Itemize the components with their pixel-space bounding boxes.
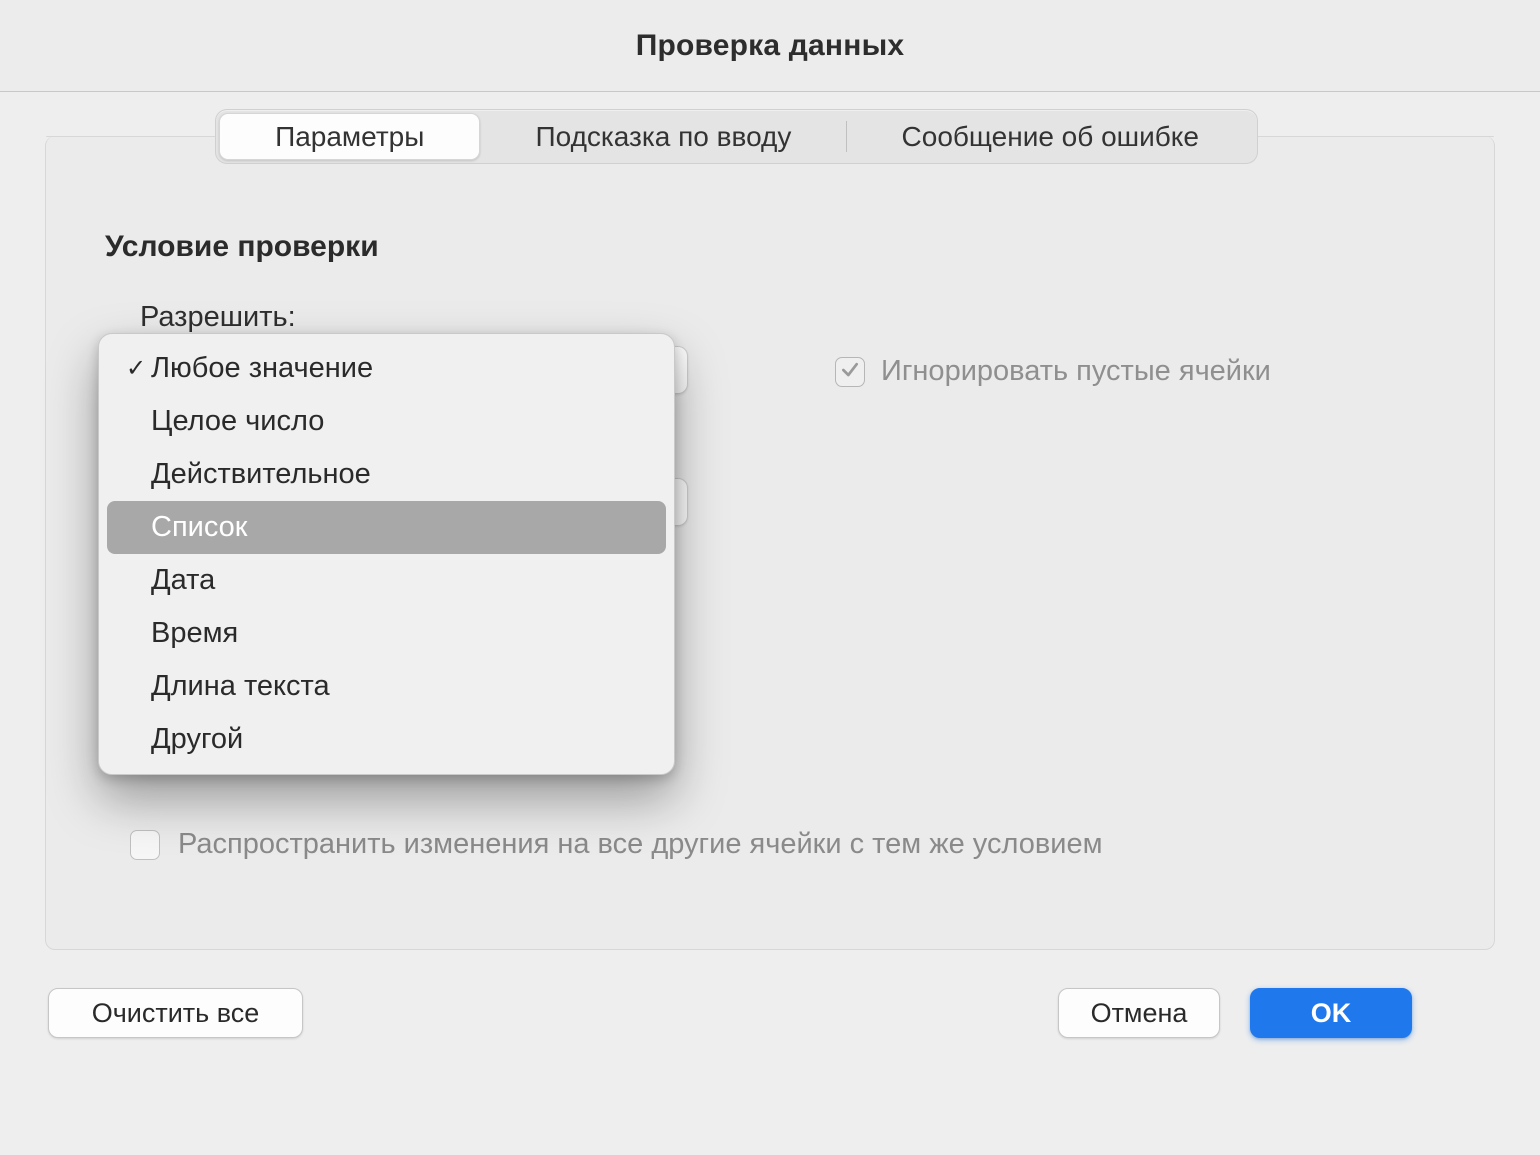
propagate-label: Распространить изменения на все другие я…	[178, 828, 1103, 861]
tab-parameters[interactable]: Параметры	[219, 113, 480, 160]
allow-option-custom[interactable]: Другой	[107, 713, 666, 766]
section-validation-title: Условие проверки	[105, 230, 379, 264]
allow-option-time[interactable]: Время	[107, 607, 666, 660]
button-label: Отмена	[1091, 998, 1188, 1029]
tabstrip: Параметры Подсказка по вводу Сообщение о…	[215, 109, 1258, 164]
tab-label: Подсказка по вводу	[536, 121, 792, 153]
checkmark-icon: ✓	[121, 354, 151, 383]
button-label: Очистить все	[92, 998, 260, 1029]
option-label: Другой	[151, 723, 243, 756]
clear-all-button[interactable]: Очистить все	[48, 988, 303, 1038]
option-label: Действительное	[151, 458, 371, 491]
allow-dropdown-popup: ✓ Любое значение Целое число Действитель…	[98, 333, 675, 775]
tab-input-hint[interactable]: Подсказка по вводу	[480, 113, 846, 160]
tab-error-message[interactable]: Сообщение об ошибке	[846, 113, 1254, 160]
tab-label: Сообщение об ошибке	[902, 121, 1199, 153]
allow-label: Разрешить:	[140, 301, 296, 334]
propagate-row: Распространить изменения на все другие я…	[130, 828, 1103, 861]
propagate-checkbox	[130, 830, 160, 860]
allow-option-any[interactable]: ✓ Любое значение	[107, 342, 666, 395]
titlebar: Проверка данных	[0, 0, 1540, 92]
tab-label: Параметры	[275, 121, 424, 153]
option-label: Список	[151, 511, 248, 544]
option-label: Дата	[151, 564, 215, 597]
allow-option-integer[interactable]: Целое число	[107, 395, 666, 448]
option-label: Длина текста	[151, 670, 330, 703]
checkmark-icon	[840, 360, 860, 384]
button-label: OK	[1311, 998, 1352, 1029]
ignore-blank-row: Игнорировать пустые ячейки	[835, 355, 1271, 388]
window-title: Проверка данных	[636, 29, 905, 63]
ignore-blank-checkbox	[835, 357, 865, 387]
option-label: Целое число	[151, 405, 324, 438]
allow-option-textlen[interactable]: Длина текста	[107, 660, 666, 713]
allow-option-list[interactable]: Список	[107, 501, 666, 554]
ok-button[interactable]: OK	[1250, 988, 1412, 1038]
allow-option-decimal[interactable]: Действительное	[107, 448, 666, 501]
option-label: Время	[151, 617, 238, 650]
allow-option-date[interactable]: Дата	[107, 554, 666, 607]
ignore-blank-label: Игнорировать пустые ячейки	[881, 355, 1271, 388]
option-label: Любое значение	[151, 352, 373, 385]
cancel-button[interactable]: Отмена	[1058, 988, 1220, 1038]
